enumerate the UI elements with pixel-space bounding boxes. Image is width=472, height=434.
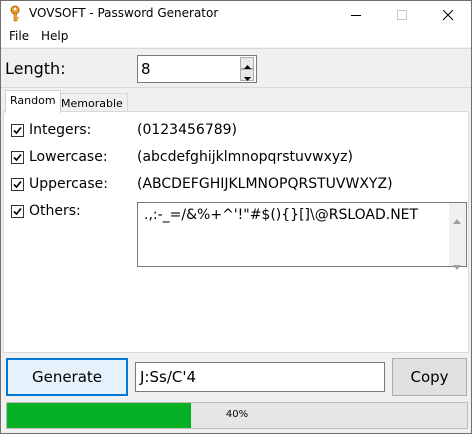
uppercase-chars: (ABCDEFGHIJKLMNOPQRSTUVWXYZ) — [137, 176, 393, 192]
key-icon — [7, 5, 23, 22]
lowercase-chars: (abcdefghijklmnopqrstuvwxyz) — [137, 149, 353, 165]
menu-file[interactable]: File — [7, 29, 31, 43]
random-tab-panel: Integers: (0123456789) Lowercase: (abcde… — [3, 111, 469, 353]
minimize-button[interactable] — [333, 1, 379, 27]
length-label: Length: — [5, 59, 66, 78]
check-icon — [13, 153, 22, 162]
password-output[interactable]: J:Ss/C'4 — [135, 362, 385, 392]
password-value[interactable]: J:Ss/C'4 — [140, 368, 196, 386]
window-title: VOVSOFT - Password Generator — [29, 6, 219, 20]
integers-chars: (0123456789) — [137, 122, 237, 138]
close-icon — [442, 5, 454, 24]
scroll-up-icon[interactable] — [453, 209, 461, 228]
check-icon — [13, 207, 22, 216]
strength-progress-bar: 40% — [6, 402, 468, 429]
menu-bar: File Help — [1, 27, 471, 47]
uppercase-label[interactable]: Uppercase: — [29, 176, 108, 192]
uppercase-checkbox[interactable] — [11, 178, 24, 191]
copy-button[interactable]: Copy — [392, 358, 467, 396]
length-stepper[interactable]: 8 — [137, 55, 257, 83]
progress-label: 40% — [225, 409, 249, 420]
check-icon — [13, 126, 22, 135]
check-icon — [13, 180, 22, 189]
close-button[interactable] — [425, 1, 471, 27]
title-bar[interactable]: VOVSOFT - Password Generator — [1, 1, 471, 27]
others-label[interactable]: Others: — [29, 203, 81, 219]
app-window: VOVSOFT - Password Generator File Help L… — [0, 0, 472, 434]
lowercase-checkbox[interactable] — [11, 151, 24, 164]
length-divider — [1, 87, 471, 88]
others-chars[interactable]: .,:-_=/&%+^'!"#$(){}[]\@RSLOAD.NET — [144, 207, 418, 223]
minimize-icon — [351, 5, 361, 24]
menu-divider — [1, 48, 471, 49]
integers-label[interactable]: Integers: — [29, 122, 91, 138]
generate-button[interactable]: Generate — [6, 358, 128, 396]
tab-random[interactable]: Random — [5, 90, 61, 113]
menu-help[interactable]: Help — [39, 29, 70, 43]
others-scrollbar[interactable] — [449, 203, 466, 270]
others-chars-textarea[interactable]: .,:-_=/&%+^'!"#$(){}[]\@RSLOAD.NET — [137, 202, 467, 270]
decrement-button[interactable] — [240, 69, 254, 81]
lowercase-label[interactable]: Lowercase: — [29, 149, 108, 165]
tab-memorable[interactable]: Memorable — [56, 93, 128, 112]
scroll-down-icon[interactable] — [453, 255, 461, 274]
chevron-down-icon — [243, 66, 251, 85]
length-value[interactable]: 8 — [141, 60, 151, 78]
maximize-button[interactable] — [379, 1, 425, 27]
stepper-buttons — [240, 57, 254, 81]
maximize-icon — [397, 5, 407, 24]
others-checkbox[interactable] — [11, 205, 24, 218]
integers-checkbox[interactable] — [11, 124, 24, 137]
